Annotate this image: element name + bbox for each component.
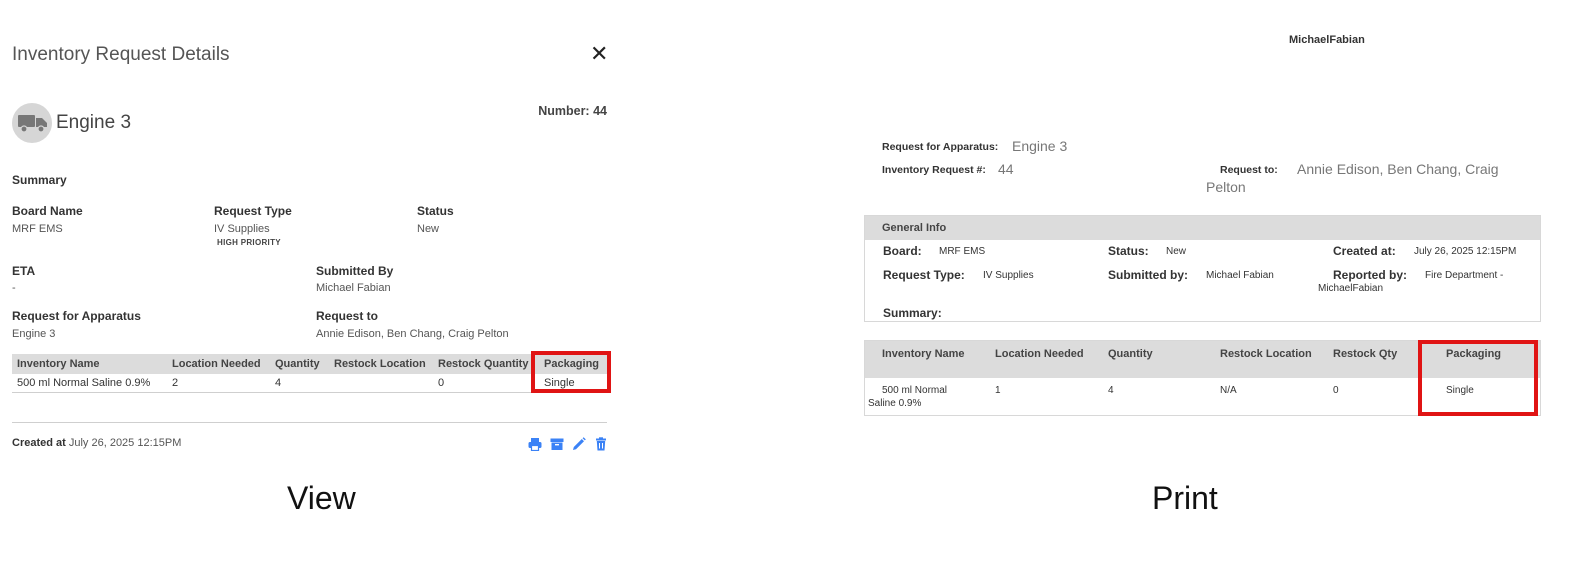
print-request-type-value: IV Supplies <box>983 270 1034 281</box>
board-name-label: Board Name <box>12 204 83 218</box>
number-value: 44 <box>593 104 607 118</box>
general-info-header <box>865 216 1540 240</box>
view-panel: Inventory Request Details ✕ Engine 3 Num… <box>0 0 640 582</box>
print-request-number-value: 44 <box>998 161 1014 177</box>
print-created-value: July 26, 2025 12:15PM <box>1414 246 1517 257</box>
print-created-label: Created at: <box>1333 244 1396 258</box>
status-value: New <box>417 223 440 235</box>
request-type-value: IV Supplies <box>214 223 270 235</box>
print-board-value: MRF EMS <box>939 246 986 257</box>
print-status-label: Status: <box>1108 244 1149 258</box>
eta-value: - <box>12 282 16 294</box>
summary-heading: Summary <box>12 173 67 187</box>
request-number: Number: 44 <box>538 104 607 118</box>
print-board-label: Board: <box>883 244 922 258</box>
created-at-value: July 26, 2025 12:15PM <box>68 437 182 449</box>
column-header: Inventory Name <box>12 354 167 374</box>
column-header: Restock Location <box>329 354 433 374</box>
table-row: 500 ml Normal Saline 0.9% 2 4 0 Single <box>12 374 607 393</box>
truck-icon <box>18 115 47 133</box>
table-cell: 4 <box>1108 385 1114 396</box>
column-header: Restock Quantity <box>433 354 539 374</box>
print-submitted-by-value: Michael Fabian <box>1206 270 1274 281</box>
priority-badge: HIGH PRIORITY <box>217 238 281 247</box>
table-cell: 1 <box>995 385 1001 396</box>
eta-label: ETA <box>12 264 36 278</box>
print-caption: Print <box>1152 480 1218 516</box>
table-cell: 2 <box>167 374 270 393</box>
column-header: Restock Qty <box>1333 348 1398 360</box>
archive-icon[interactable] <box>550 436 564 450</box>
action-toolbar <box>528 436 608 452</box>
print-panel: MichaelFabian Request for Apparatus: Eng… <box>840 0 1594 582</box>
table-cell: 0 <box>1333 385 1339 396</box>
column-header: Inventory Name <box>882 348 965 360</box>
print-status-value: New <box>1166 246 1187 257</box>
view-caption: View <box>287 480 356 516</box>
print-request-to-label: Request to: <box>1220 164 1278 176</box>
print-reported-by-label: Reported by: <box>1333 268 1408 282</box>
table-cell: N/A <box>1220 385 1237 396</box>
print-apparatus-label: Request for Apparatus: <box>882 141 999 153</box>
edit-icon[interactable] <box>572 436 586 450</box>
table-cell: 500 ml Normal <box>882 385 948 396</box>
print-reported-by-value-cont: MichaelFabian <box>1318 283 1384 294</box>
table-cell: 0 <box>433 374 539 393</box>
submitted-by-label: Submitted By <box>316 264 394 278</box>
table-header-row: Inventory Name Location Needed Quantity … <box>12 354 607 374</box>
board-name-value: MRF EMS <box>12 223 63 235</box>
table-cell <box>329 374 433 393</box>
column-header: Location Needed <box>167 354 270 374</box>
print-username: MichaelFabian <box>1289 34 1365 46</box>
column-header: Quantity <box>1108 348 1153 360</box>
packaging-highlight <box>531 351 611 393</box>
print-packaging-highlight <box>1418 340 1538 416</box>
apparatus-avatar <box>12 103 52 143</box>
close-icon[interactable]: ✕ <box>590 44 608 66</box>
request-to-value: Annie Edison, Ben Chang, Craig Pelton <box>316 328 509 340</box>
request-for-apparatus-label: Request for Apparatus <box>12 309 141 323</box>
table-cell: 4 <box>270 374 329 393</box>
created-at: Created at July 26, 2025 12:15PM <box>12 437 181 449</box>
table-cell: Saline 0.9% <box>868 398 922 409</box>
apparatus-name: Engine 3 <box>56 112 132 133</box>
print-request-to-value-cont: Pelton <box>1206 179 1246 195</box>
print-icon[interactable] <box>528 436 542 452</box>
request-type-label: Request Type <box>214 204 292 218</box>
print-submitted-by-label: Submitted by: <box>1108 268 1188 282</box>
request-to-label: Request to <box>316 309 379 323</box>
general-info-title: General Info <box>882 222 947 234</box>
print-reported-by-value: Fire Department - <box>1425 270 1504 281</box>
print-apparatus-value: Engine 3 <box>1012 138 1068 154</box>
column-header: Location Needed <box>995 348 1084 360</box>
print-summary-label: Summary: <box>883 306 942 320</box>
delete-icon[interactable] <box>594 436 608 451</box>
divider <box>12 422 607 423</box>
column-header: Quantity <box>270 354 329 374</box>
status-label: Status <box>417 204 454 218</box>
request-for-apparatus-value: Engine 3 <box>12 328 56 340</box>
submitted-by-value: Michael Fabian <box>316 282 391 294</box>
print-request-number-label: Inventory Request #: <box>882 164 986 176</box>
print-request-to-value: Annie Edison, Ben Chang, Craig <box>1297 161 1499 177</box>
created-at-label: Created at <box>12 437 66 449</box>
number-label: Number: <box>538 104 590 118</box>
inventory-table: Inventory Name Location Needed Quantity … <box>12 354 607 393</box>
general-info-section: General Info Board: MRF EMS Status: New … <box>864 215 1541 322</box>
modal-title: Inventory Request Details <box>12 44 230 65</box>
table-cell: 500 ml Normal Saline 0.9% <box>12 374 167 393</box>
column-header: Restock Location <box>1220 348 1312 360</box>
print-request-type-label: Request Type: <box>883 268 965 282</box>
